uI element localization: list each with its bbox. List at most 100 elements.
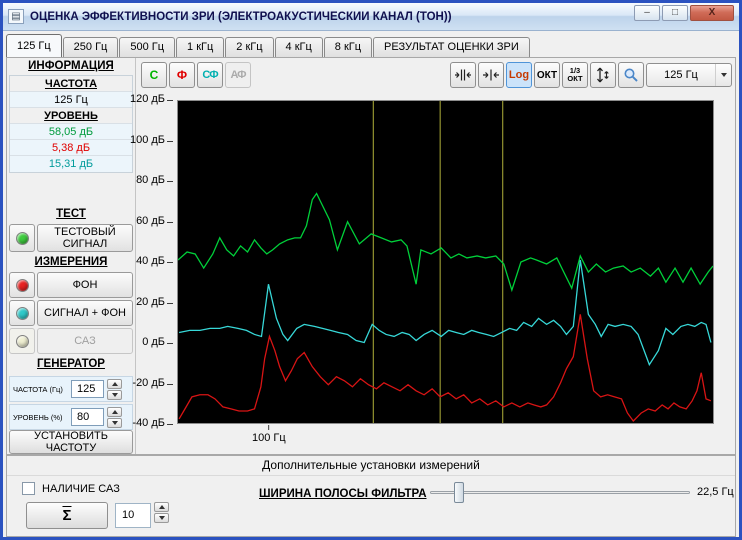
filter-width-value: 22,5 Гц: [697, 486, 734, 498]
third-octave-button[interactable]: 1/3 ОКТ: [562, 62, 588, 88]
generator-level-input[interactable]: 80: [71, 408, 104, 426]
tab-8khz[interactable]: 8 кГц: [323, 37, 373, 57]
compress-horizontal-icon: [483, 69, 499, 81]
signal-letter-icon: С: [149, 68, 159, 82]
window-icon[interactable]: ▤: [8, 9, 24, 24]
frequency-dropdown[interactable]: 125 Гц: [646, 63, 732, 87]
signal-background-button[interactable]: СИГНАЛ + ФОН: [37, 300, 133, 326]
spin-up-icon: [158, 505, 165, 509]
y-axis-tick-label: 100 дБ: [129, 133, 165, 146]
compress-horizontal-button[interactable]: [478, 62, 504, 88]
y-tick-mark-icon: [167, 343, 173, 344]
test-signal-row: ТЕСТОВЫЙ СИГНАЛ: [9, 224, 133, 252]
signal-background-led-button[interactable]: [9, 300, 35, 326]
y-axis-tick-label: 120 дБ: [129, 93, 165, 105]
tab-500hz[interactable]: 500 Гц: [119, 37, 176, 57]
af-letter-icon: АФ: [230, 69, 246, 81]
saz-led-button: [9, 328, 35, 354]
filter-slider[interactable]: [430, 482, 690, 503]
generator-frequency-label: ЧАСТОТА (Гц): [13, 384, 63, 394]
spin-down-icon: [111, 392, 118, 397]
app-window: ▤ ОЦЕНКА ЭФФЕКТИВНОСТИ ЗРИ (ЭЛЕКТРОАКУСТ…: [0, 0, 742, 540]
frequency-value: 125 Гц: [10, 92, 132, 108]
main-panel: ИНФОРМАЦИЯ ЧАСТОТА 125 Гц УРОВЕНЬ 58,05 …: [6, 57, 736, 455]
test-header: ТЕСТ: [56, 208, 86, 220]
tab-4khz[interactable]: 4 кГц: [274, 37, 323, 57]
test-signal-button[interactable]: ТЕСТОВЫЙ СИГНАЛ: [37, 224, 133, 252]
generator-frequency-input[interactable]: 125: [71, 380, 104, 398]
octave-button[interactable]: ОКТ: [534, 62, 560, 88]
x-axis-tick: 100 Гц: [252, 425, 286, 444]
y-axis: 120 дБ 100 дБ 80 дБ 60 дБ 40 дБ 20 дБ 0 дБ -20 …: [129, 93, 175, 429]
spin-down-icon: [111, 420, 118, 425]
sum-count-input[interactable]: 10: [115, 503, 151, 528]
y-axis-tick-label: -20 дБ: [132, 376, 165, 389]
spin-down-button[interactable]: [154, 513, 169, 523]
y-axis-tick-label: 80 дБ: [136, 174, 165, 186]
tab-2khz[interactable]: 2 кГц: [225, 37, 274, 57]
dropdown-arrow-button[interactable]: [715, 64, 731, 86]
signal-background-curve-toggle-button[interactable]: СФ: [197, 62, 223, 88]
saz-checkbox-label: НАЛИЧИЕ САЗ: [42, 482, 120, 495]
spin-up-button[interactable]: [154, 502, 169, 512]
saz-led-icon: [15, 334, 29, 348]
sum-button[interactable]: Σ: [26, 502, 108, 529]
set-frequency-button[interactable]: УСТАНОВИТЬ ЧАСТОТУ: [9, 430, 133, 454]
generator-frequency-row: ЧАСТОТА (Гц) 125: [9, 376, 133, 402]
curve-фон (Ф): [178, 314, 712, 423]
saz-row: САЗ: [9, 328, 133, 354]
minimize-button[interactable]: –: [634, 5, 660, 21]
x-tick-label: 100 Гц: [251, 432, 286, 444]
chart-plot[interactable]: [177, 100, 714, 424]
filter-slider-thumb[interactable]: [453, 482, 464, 503]
y-tick-mark-icon: [167, 221, 173, 223]
saz-checkbox-row: НАЛИЧИЕ САЗ: [22, 482, 120, 495]
spin-up-button[interactable]: [107, 378, 122, 389]
generator-frequency-spinner: [107, 378, 122, 400]
curve-toggle-group: С Ф СФ АФ: [141, 62, 251, 88]
curve-тестовый сигнал (С): [178, 192, 713, 293]
tab-result[interactable]: РЕЗУЛЬТАТ ОЦЕНКИ ЗРИ: [373, 37, 530, 57]
af-curve-toggle-button: АФ: [225, 62, 251, 88]
tab-250hz[interactable]: 250 Гц: [62, 37, 119, 57]
autoscale-y-button[interactable]: [590, 62, 616, 88]
tab-1khz[interactable]: 1 кГц: [176, 37, 225, 57]
info-box: ЧАСТОТА 125 Гц УРОВЕНЬ 58,05 дБ 5,38 дБ …: [9, 75, 133, 173]
background-curve-toggle-button[interactable]: Ф: [169, 62, 195, 88]
window-title: ОЦЕНКА ЭФФЕКТИВНОСТИ ЗРИ (ЭЛЕКТРОАКУСТИЧ…: [30, 10, 452, 23]
y-tick-mark-icon: [167, 140, 173, 142]
spin-down-button[interactable]: [107, 417, 122, 428]
spin-up-icon: [111, 381, 118, 386]
level-value-signal-background: 15,31 дБ: [10, 156, 132, 172]
info-header: ИНФОРМАЦИЯ: [28, 60, 114, 72]
background-letter-icon: Ф: [176, 68, 188, 82]
y-tick-mark-icon: [167, 302, 173, 304]
tab-125hz[interactable]: 125 Гц: [6, 34, 62, 57]
spin-up-button[interactable]: [107, 406, 122, 417]
y-axis-tick-label: 0 дБ: [142, 336, 165, 348]
sum-count-spinner: [154, 502, 169, 523]
test-led-button[interactable]: [9, 224, 35, 252]
spin-down-icon: [158, 516, 165, 520]
footer-panel: Дополнительные установки измерений НАЛИЧ…: [6, 455, 736, 537]
background-led-icon: [15, 278, 29, 292]
y-axis-tick-label: 20 дБ: [136, 295, 165, 308]
close-button[interactable]: X: [690, 5, 734, 21]
background-led-button[interactable]: [9, 272, 35, 298]
spin-down-button[interactable]: [107, 389, 122, 400]
y-tick-mark-icon: [167, 424, 173, 425]
log-scale-button[interactable]: Log: [506, 62, 532, 88]
fit-horizontal-button[interactable]: [450, 62, 476, 88]
background-button[interactable]: ФОН: [37, 272, 133, 298]
footer-title: Дополнительные установки измерений: [7, 458, 735, 476]
signal-curve-toggle-button[interactable]: С: [141, 62, 167, 88]
maximize-button[interactable]: □: [662, 5, 688, 21]
toolbar: С Ф СФ АФ Log ОКТ 1/3 ОКТ 125 Гц: [137, 60, 735, 91]
zoom-button[interactable]: [618, 62, 644, 88]
saz-checkbox[interactable]: [22, 482, 35, 495]
generator-header: ГЕНЕРАТОР: [37, 358, 105, 370]
filter-slider-track[interactable]: [430, 491, 690, 494]
generator-level-label: УРОВЕНЬ (%): [13, 412, 63, 422]
x-tick-mark-icon: [268, 425, 270, 430]
third-octave-label: 1/3 ОКТ: [567, 66, 583, 83]
